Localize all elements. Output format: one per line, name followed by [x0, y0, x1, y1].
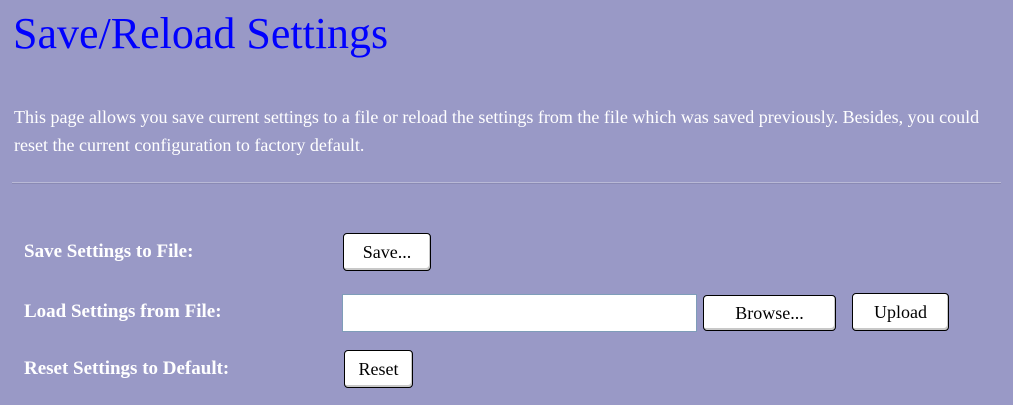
page-description: This page allows you save current settin…: [14, 107, 980, 155]
load-settings-label: Load Settings from File:: [24, 301, 222, 322]
reset-button[interactable]: Reset: [344, 350, 413, 388]
save-settings-label: Save Settings to File:: [24, 241, 194, 262]
upload-button[interactable]: Upload: [852, 293, 949, 331]
page-title: Save/Reload Settings: [13, 9, 389, 58]
file-path-input[interactable]: [342, 294, 697, 332]
browse-button[interactable]: Browse...: [703, 295, 836, 331]
save-button[interactable]: Save...: [343, 233, 431, 271]
reset-settings-label: Reset Settings to Default:: [24, 358, 230, 379]
divider: [12, 182, 1001, 184]
